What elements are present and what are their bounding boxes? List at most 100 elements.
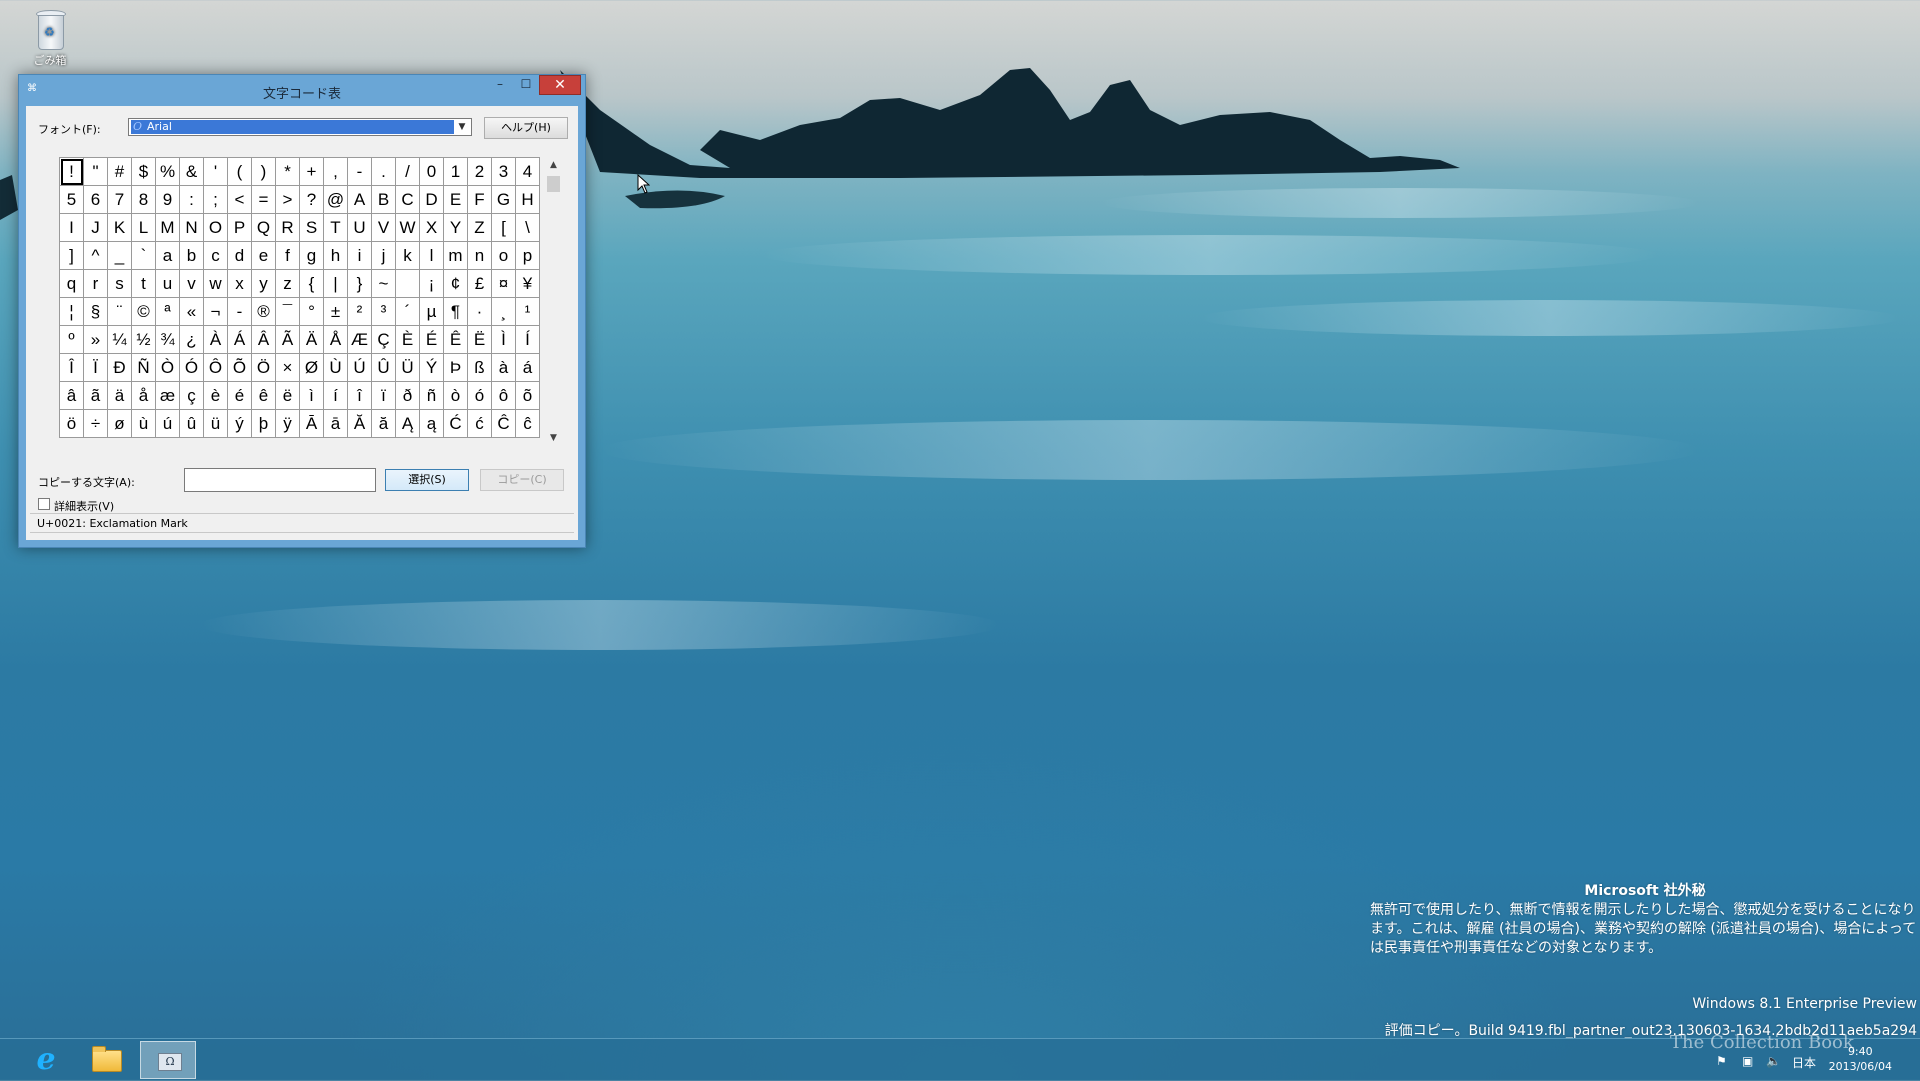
character-cell[interactable]: Ć xyxy=(443,409,468,438)
character-cell[interactable]: Å xyxy=(323,325,348,354)
title-bar[interactable]: ⌘ 文字コード表 – ☐ ✕ xyxy=(19,75,585,105)
character-cell[interactable]: Û xyxy=(371,353,396,382)
scroll-up-icon[interactable]: ▲ xyxy=(545,157,562,174)
character-cell[interactable]: ª xyxy=(155,297,180,326)
character-grid[interactable]: ! " # $% & '() * +, -./0 1 2 3 4 5 6 7 8 9:; < = >? @ A B C D E F G H… xyxy=(59,157,540,438)
character-cell[interactable]: ¬ xyxy=(203,297,228,326)
character-cell[interactable]: 6 xyxy=(83,185,108,214)
character-cell[interactable]: ] xyxy=(59,241,84,270)
character-cell[interactable]: ¸ xyxy=(491,297,516,326)
character-cell[interactable]: { xyxy=(299,269,324,298)
character-cell[interactable]: ( xyxy=(227,157,252,186)
character-cell[interactable] xyxy=(395,269,420,298)
character-cell[interactable]: ĉ xyxy=(515,409,540,438)
maximize-button[interactable]: ☐ xyxy=(513,75,539,95)
character-cell[interactable]: Ā xyxy=(299,409,324,438)
network-icon[interactable]: ▣ xyxy=(1742,1054,1753,1068)
character-cell[interactable]: ø xyxy=(107,409,132,438)
character-cell[interactable]: # xyxy=(107,157,132,186)
character-cell[interactable]: ā xyxy=(323,409,348,438)
character-cell[interactable]: W xyxy=(395,213,420,242)
character-cell[interactable]: ý xyxy=(227,409,252,438)
character-cell[interactable]: Ä xyxy=(299,325,324,354)
character-cell[interactable]: ä xyxy=(107,381,132,410)
character-cell[interactable]: þ xyxy=(251,409,276,438)
character-cell[interactable]: å xyxy=(131,381,156,410)
character-cell[interactable]: c xyxy=(203,241,228,270)
character-cell[interactable]: G xyxy=(491,185,516,214)
chevron-down-icon[interactable]: ▼ xyxy=(455,120,469,134)
character-cell[interactable]: ð xyxy=(395,381,420,410)
language-indicator[interactable]: 日本 xyxy=(1792,1054,1816,1071)
character-cell[interactable]: Ò xyxy=(155,353,180,382)
character-cell[interactable]: ¹ xyxy=(515,297,540,326)
character-cell[interactable]: - xyxy=(347,157,372,186)
character-cell[interactable]: y xyxy=(251,269,276,298)
character-cell[interactable]: £ xyxy=(467,269,492,298)
character-cell[interactable]: u xyxy=(155,269,180,298)
character-cell[interactable]: Ĉ xyxy=(491,409,516,438)
character-cell[interactable]: ® xyxy=(251,297,276,326)
character-cell[interactable]: r xyxy=(83,269,108,298)
character-cell[interactable]: * xyxy=(275,157,300,186)
character-cell[interactable]: Ð xyxy=(107,353,132,382)
character-cell[interactable]: T xyxy=(323,213,348,242)
character-cell[interactable]: + xyxy=(299,157,324,186)
character-cell[interactable]: À xyxy=(203,325,228,354)
character-cell[interactable]: h xyxy=(323,241,348,270)
minimize-button[interactable]: – xyxy=(487,75,513,95)
character-cell[interactable]: ² xyxy=(347,297,372,326)
character-cell[interactable]: 8 xyxy=(131,185,156,214)
copy-characters-input[interactable] xyxy=(184,468,376,492)
character-cell[interactable]: ÷ xyxy=(83,409,108,438)
character-cell[interactable]: Ą xyxy=(395,409,420,438)
character-cell[interactable]: x xyxy=(227,269,252,298)
character-cell[interactable]: F xyxy=(467,185,492,214)
font-dropdown[interactable]: O Arial ▼ xyxy=(128,118,472,136)
character-cell[interactable]: ¶ xyxy=(443,297,468,326)
character-cell[interactable]: â xyxy=(59,381,84,410)
character-cell[interactable]: Þ xyxy=(443,353,468,382)
character-cell[interactable]: K xyxy=(107,213,132,242)
help-button[interactable]: ヘルプ(H) xyxy=(484,117,568,139)
character-cell[interactable]: > xyxy=(275,185,300,214)
character-cell[interactable]: d xyxy=(227,241,252,270)
character-cell[interactable]: % xyxy=(155,157,180,186)
character-cell[interactable]: á xyxy=(515,353,540,382)
character-cell[interactable]: g xyxy=(299,241,324,270)
character-cell[interactable]: Ö xyxy=(251,353,276,382)
character-cell[interactable]: 0 xyxy=(419,157,444,186)
character-cell[interactable]: / xyxy=(395,157,420,186)
character-cell[interactable]: Ó xyxy=(179,353,204,382)
character-cell[interactable]: ñ xyxy=(419,381,444,410)
character-cell[interactable]: × xyxy=(275,353,300,382)
character-cell[interactable]: Y xyxy=(443,213,468,242)
character-cell[interactable]: ê xyxy=(251,381,276,410)
character-cell[interactable]: Í xyxy=(515,325,540,354)
character-cell[interactable]: D xyxy=(419,185,444,214)
character-cell[interactable]: 7 xyxy=(107,185,132,214)
character-cell[interactable]: ¤ xyxy=(491,269,516,298)
character-cell[interactable]: ¾ xyxy=(155,325,180,354)
character-cell[interactable]: ` xyxy=(131,241,156,270)
character-cell[interactable]: ' xyxy=(203,157,228,186)
character-cell[interactable]: Ê xyxy=(443,325,468,354)
close-button[interactable]: ✕ xyxy=(539,75,581,95)
character-cell[interactable]: s xyxy=(107,269,132,298)
character-cell[interactable]: Ô xyxy=(203,353,228,382)
character-cell[interactable]: N xyxy=(179,213,204,242)
character-cell[interactable]: J xyxy=(83,213,108,242)
character-cell[interactable]: = xyxy=(251,185,276,214)
character-cell[interactable]: ù xyxy=(131,409,156,438)
character-cell[interactable]: » xyxy=(83,325,108,354)
character-cell[interactable]: ö xyxy=(59,409,84,438)
character-cell[interactable]: 5 xyxy=(59,185,84,214)
character-cell[interactable]: w xyxy=(203,269,228,298)
character-cell[interactable]: " xyxy=(83,157,108,186)
character-cell[interactable]: Ï xyxy=(83,353,108,382)
advanced-view-checkbox[interactable] xyxy=(38,498,50,510)
character-cell[interactable]: M xyxy=(155,213,180,242)
character-cell[interactable]: ą xyxy=(419,409,444,438)
character-cell[interactable]: È xyxy=(395,325,420,354)
character-cell[interactable]: Ã xyxy=(275,325,300,354)
